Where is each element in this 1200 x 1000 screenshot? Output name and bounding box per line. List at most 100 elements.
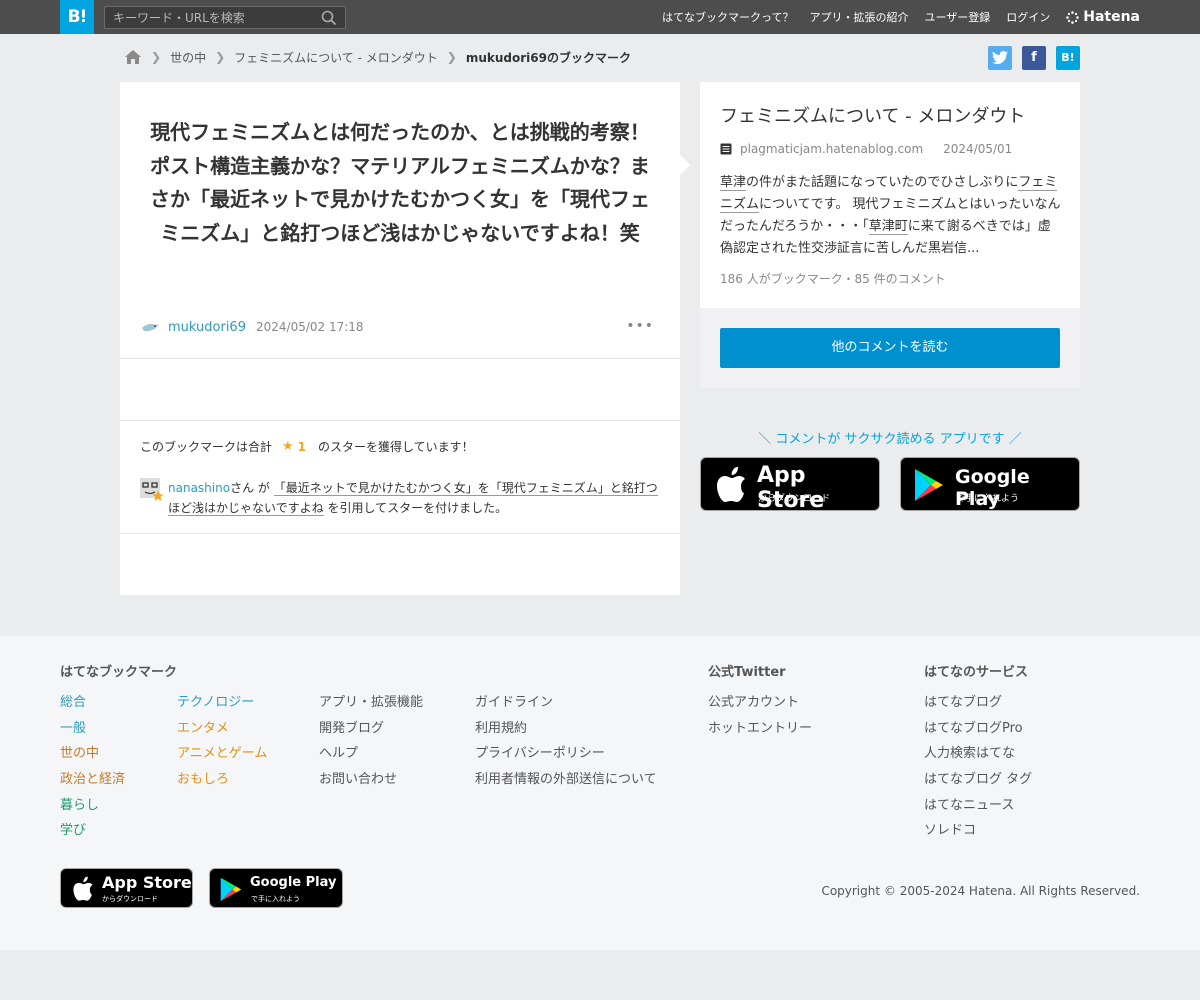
footer: はてなブックマーク 公式Twitter はてなのサービス 総合 一般 世の中 政…	[0, 636, 1200, 950]
quote-san: さん が	[230, 481, 270, 495]
footer-links-2: ガイドライン 利用規約 プライバシーポリシー 利用者情報の外部送信について	[475, 691, 657, 794]
entry-meta: plagmaticjam.hatenablog.com 2024/05/01	[720, 142, 1012, 156]
footer-link-soredoko[interactable]: ソレドコ	[924, 819, 1032, 845]
twitter-icon	[992, 51, 1008, 64]
user-avatar-icon[interactable]	[140, 319, 160, 335]
divider	[120, 420, 680, 421]
star-count[interactable]: 1	[298, 440, 306, 454]
footer-twitter-links: 公式アカウント ホットエントリー	[708, 691, 812, 742]
chevron-right-icon: ❯	[215, 50, 226, 64]
star-summary-prefix: このブックマークは合計	[140, 440, 273, 454]
footer-link-news[interactable]: はてなニュース	[924, 794, 1032, 820]
keyword-link[interactable]: 草津町	[868, 219, 908, 235]
entry-stats[interactable]: 186 人がブックマーク・85 件のコメント	[720, 270, 946, 287]
star-icon: ★	[282, 439, 294, 454]
footer-link-apps[interactable]: アプリ・拡張機能	[319, 691, 423, 717]
footer-cat-life[interactable]: 暮らし	[60, 794, 125, 820]
entry-title[interactable]: フェミニズムについて - メロンダウト	[720, 102, 1025, 128]
divider	[120, 358, 680, 359]
footer-link-blog-pro[interactable]: はてなブログPro	[924, 717, 1032, 743]
entry-description: 草津の件がまた話題になっていたのでひさしぶりにフェミニズムについてです。 現代フ…	[720, 172, 1062, 260]
footer-link-privacy[interactable]: プライバシーポリシー	[475, 742, 657, 768]
keyword-link[interactable]: 草津	[720, 175, 747, 191]
read-other-comments-button[interactable]: 他のコメントを読む	[720, 328, 1060, 368]
bookmark-comment-card: 現代フェミニズムとは何だったのか、とは挑戦的考察！ポスト構造主義かな？マテリアル…	[120, 82, 680, 595]
comment-username[interactable]: mukudori69	[168, 320, 246, 335]
breadcrumb-entry[interactable]: フェミニズムについて - メロンダウト	[234, 49, 438, 66]
footer-services-links: はてなブログ はてなブログPro 人力検索はてな はてなブログ タグ はてなニュ…	[924, 691, 1032, 845]
entry-desc-text: の件がまた話題になっていたのでひさしぶりに	[746, 175, 1019, 190]
footer-link-terms[interactable]: 利用規約	[475, 717, 657, 743]
footer-link-external[interactable]: 利用者情報の外部送信について	[475, 768, 657, 794]
footer-google-play-subtitle: で手に入れよう	[251, 895, 300, 903]
google-play-badge[interactable]: Google Play で手に入れよう	[900, 457, 1080, 511]
hatena-dots-icon	[1066, 10, 1080, 24]
quote-tail: を引用してスターを付けました。	[327, 501, 508, 515]
apple-icon	[717, 467, 745, 502]
app-store-subtitle: からダウンロード	[758, 494, 831, 504]
entry-domain[interactable]: plagmaticjam.hatenablog.com	[740, 142, 923, 156]
card-pointer	[680, 155, 690, 175]
footer-link-contact[interactable]: お問い合わせ	[319, 768, 423, 794]
entry-card: フェミニズムについて - メロンダウト plagmaticjam.hatenab…	[700, 82, 1080, 388]
entry-footer: 他のコメントを読む	[700, 308, 1080, 388]
footer-link-blog-tags[interactable]: はてなブログ タグ	[924, 768, 1032, 794]
footer-cat-knowledge[interactable]: 学び	[60, 819, 125, 845]
twitter-share-button[interactable]	[988, 46, 1012, 70]
hatena-bookmark-logo[interactable]: B!	[60, 0, 94, 34]
comment-meta: mukudori69 2024/05/02 17:18 •••	[140, 318, 660, 336]
breadcrumb-category[interactable]: 世の中	[170, 49, 206, 66]
google-play-icon	[220, 877, 242, 902]
footer-cat-economy[interactable]: 政治と経済	[60, 768, 125, 794]
footer-cat-all[interactable]: 総合	[60, 691, 125, 717]
nav-about[interactable]: はてなブックマークって？	[662, 9, 793, 25]
quote-username[interactable]: nanashino	[168, 481, 230, 495]
comment-date[interactable]: 2024/05/02 17:18	[256, 320, 364, 334]
nav-register[interactable]: ユーザー登録	[924, 9, 990, 25]
more-options-icon[interactable]: •••	[626, 318, 654, 334]
top-nav: はてなブックマークって？ アプリ・拡張の紹介 ユーザー登録 ログイン Haten…	[662, 0, 1140, 34]
search-icon[interactable]	[321, 10, 337, 26]
copyright: Copyright © 2005-2024 Hatena. All Rights…	[821, 884, 1140, 898]
google-play-subtitle: で手に入れよう	[956, 494, 1020, 504]
search-input[interactable]	[113, 9, 313, 27]
hatena-share-button[interactable]: B!	[1056, 46, 1080, 70]
footer-categories-1: 総合 一般 世の中 政治と経済 暮らし 学び	[60, 691, 125, 845]
hatena-logo[interactable]: Hatena	[1066, 9, 1140, 25]
footer-google-play-badge[interactable]: Google Play で手に入れよう	[209, 868, 343, 908]
top-bar: B! はてなブックマークって？ アプリ・拡張の紹介 ユーザー登録 ログイン Ha…	[0, 0, 1200, 34]
footer-link-hotentry[interactable]: ホットエントリー	[708, 717, 812, 743]
search-box[interactable]	[104, 6, 346, 29]
footer-link-official-account[interactable]: 公式アカウント	[708, 691, 812, 717]
app-store-badge[interactable]: App Store からダウンロード	[700, 457, 880, 513]
footer-link-q[interactable]: 人力検索はてな	[924, 742, 1032, 768]
breadcrumb-current: mukudori69のブックマーク	[465, 50, 631, 65]
footer-link-guideline[interactable]: ガイドライン	[475, 691, 657, 717]
footer-cat-game[interactable]: アニメとゲーム	[177, 742, 267, 768]
footer-app-store-badge[interactable]: App Store からダウンロード	[60, 868, 193, 908]
star-icon	[152, 490, 164, 501]
chevron-right-icon: ❯	[446, 50, 457, 64]
apple-icon	[73, 876, 93, 901]
footer-link-devblog[interactable]: 開発ブログ	[319, 717, 423, 743]
footer-cat-it[interactable]: テクノロジー	[177, 691, 267, 717]
nav-login[interactable]: ログイン	[1006, 9, 1050, 25]
blog-favicon-icon	[720, 143, 732, 155]
footer-cat-entertainment[interactable]: エンタメ	[177, 717, 267, 743]
footer-cat-fun[interactable]: おもしろ	[177, 768, 267, 794]
footer-links-1: アプリ・拡張機能 開発ブログ ヘルプ お問い合わせ	[319, 691, 423, 794]
home-icon[interactable]	[124, 49, 142, 65]
footer-app-store-title: App Store	[102, 873, 192, 892]
footer-link-blog[interactable]: はてなブログ	[924, 691, 1032, 717]
footer-app-store-subtitle: からダウンロード	[102, 895, 158, 903]
chevron-right-icon: ❯	[151, 50, 162, 64]
footer-cat-society[interactable]: 世の中	[60, 742, 125, 768]
footer-link-help[interactable]: ヘルプ	[319, 742, 423, 768]
footer-heading-services: はてなのサービス	[924, 665, 1029, 680]
comment-text: 現代フェミニズムとは何だったのか、とは挑戦的考察！ポスト構造主義かな？マテリアル…	[150, 120, 650, 245]
footer-heading-twitter: 公式Twitter	[708, 665, 786, 680]
nav-apps[interactable]: アプリ・拡張の紹介	[809, 9, 908, 25]
footer-cat-general[interactable]: 一般	[60, 717, 125, 743]
app-store-title: App Store	[757, 463, 825, 513]
facebook-share-button[interactable]: f	[1022, 46, 1046, 70]
